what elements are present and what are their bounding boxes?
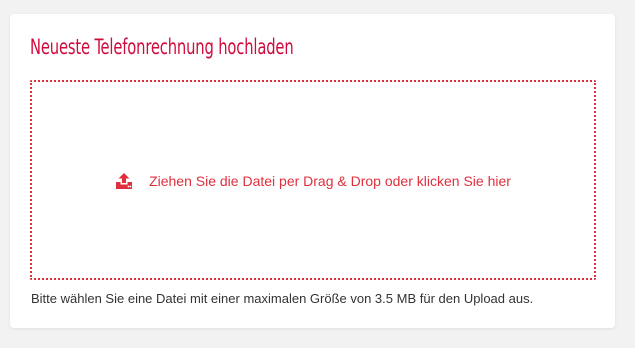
card-title: Neueste Telefonrechnung hochladen — [30, 35, 294, 59]
upload-card: Neueste Telefonrechnung hochladen Ziehen… — [10, 14, 615, 328]
dropzone-content[interactable]: Ziehen Sie die Datei per Drag & Drop ode… — [32, 170, 594, 192]
file-size-hint: Bitte wählen Sie eine Datei mit einer ma… — [31, 291, 534, 306]
file-dropzone[interactable]: Ziehen Sie die Datei per Drag & Drop ode… — [30, 80, 596, 280]
dropzone-label[interactable]: Ziehen Sie die Datei per Drag & Drop ode… — [149, 173, 511, 189]
upload-icon — [115, 172, 133, 190]
